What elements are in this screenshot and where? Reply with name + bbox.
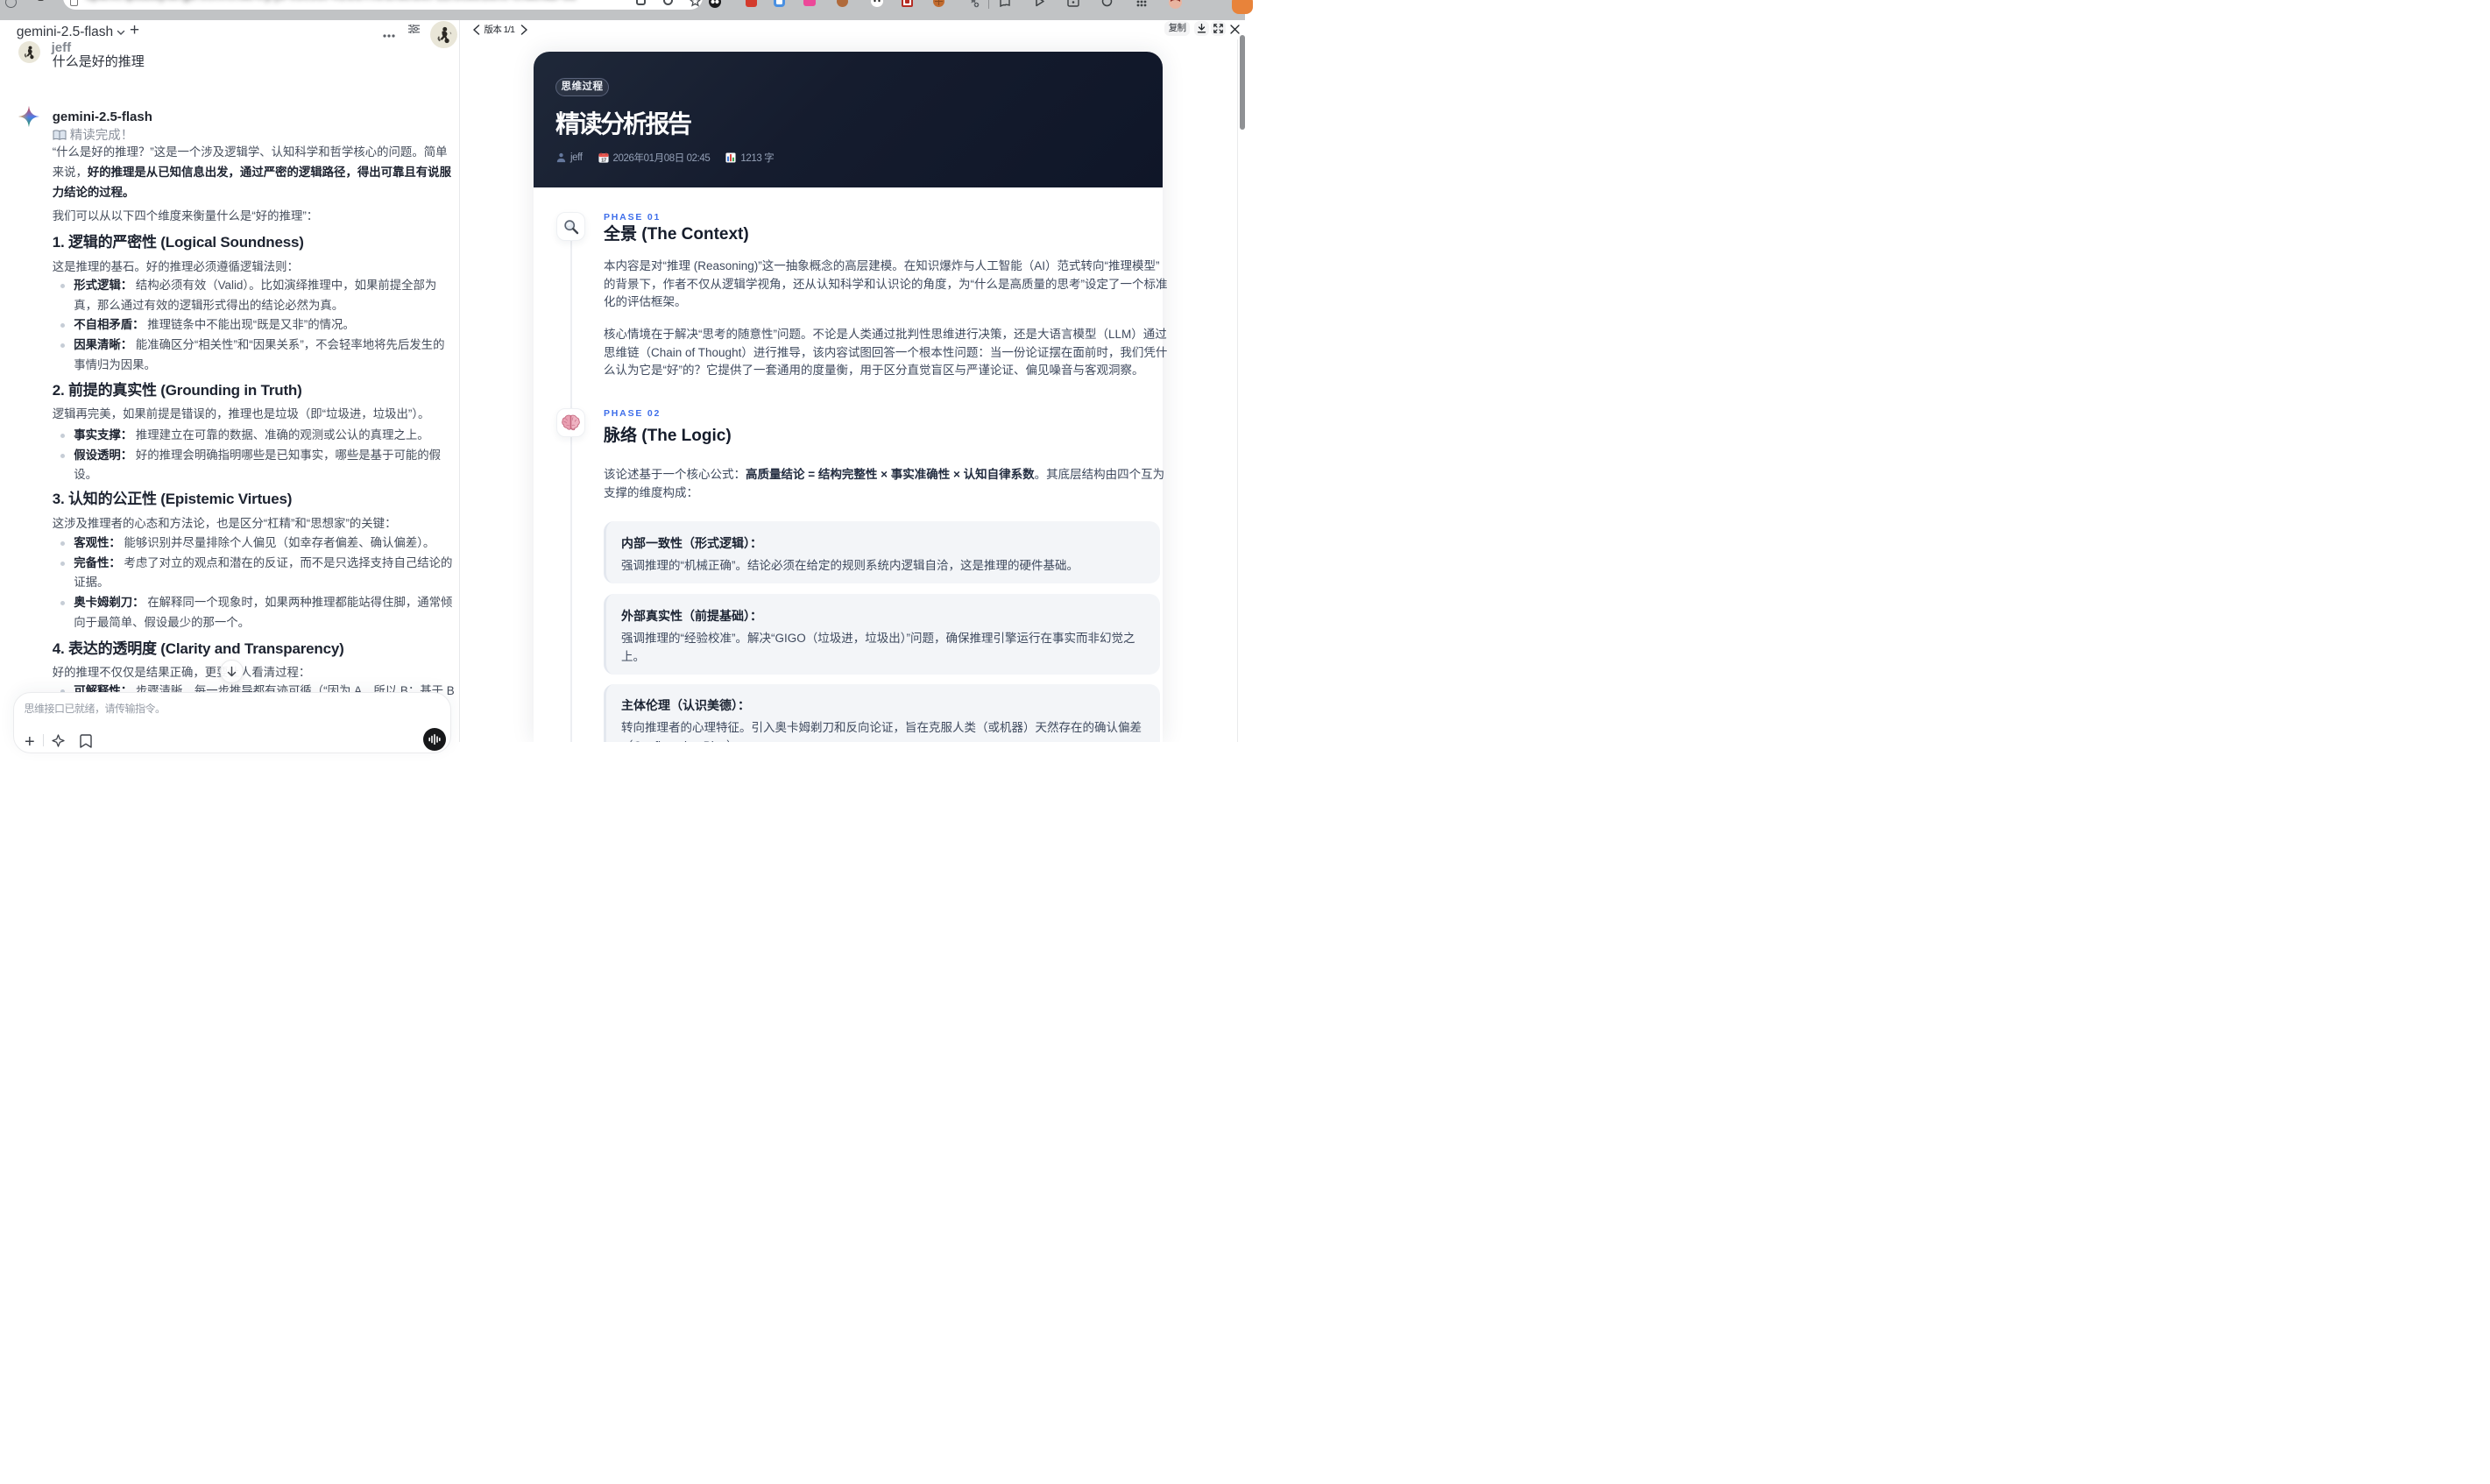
- svg-text:17: 17: [601, 158, 606, 163]
